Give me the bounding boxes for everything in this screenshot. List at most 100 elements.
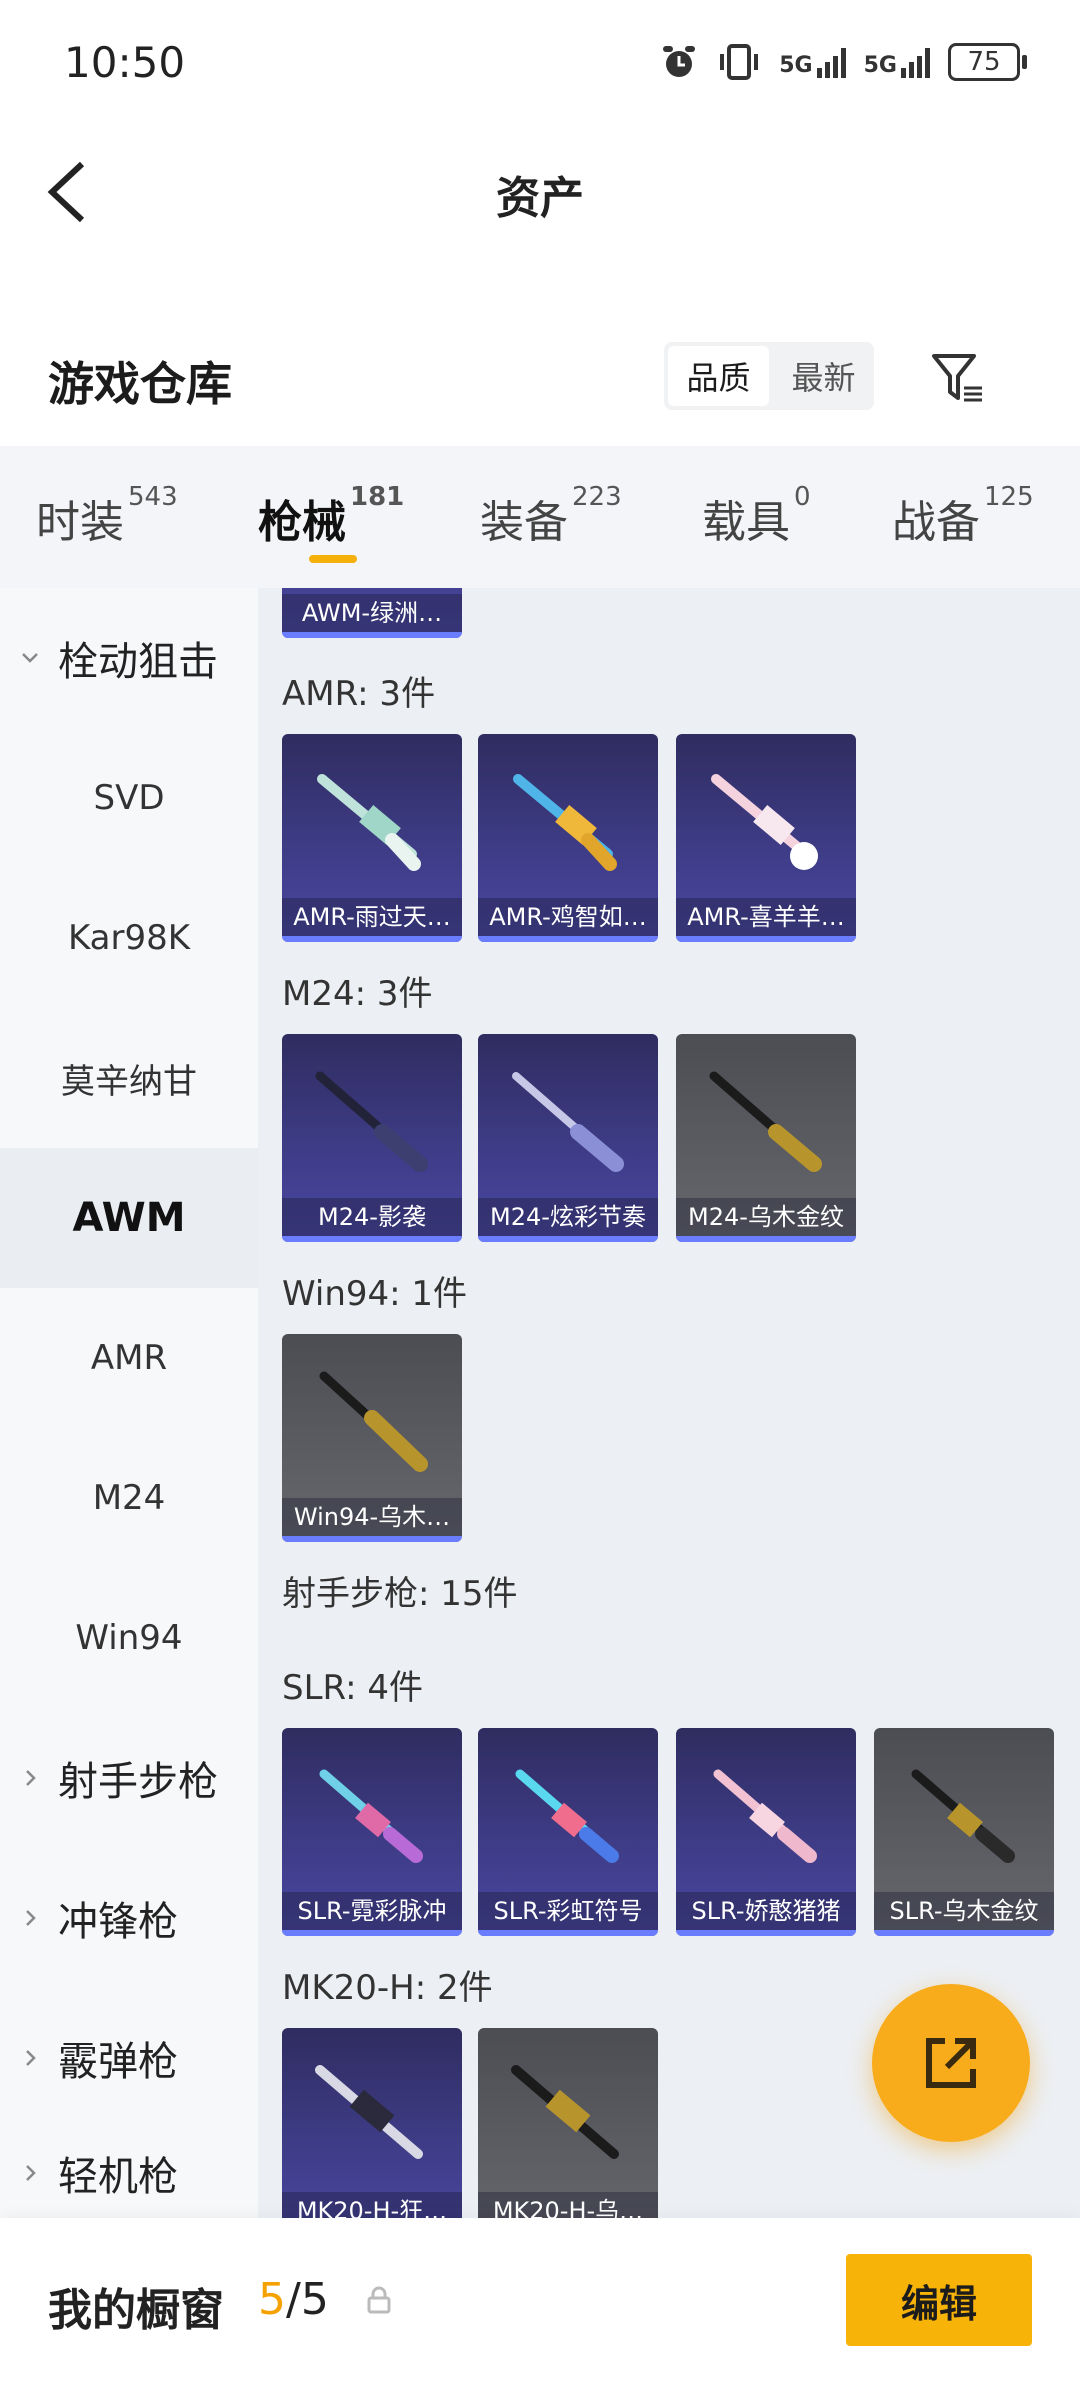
rifle-icon: [319, 1371, 428, 1472]
weapon-card[interactable]: AMR-鸡智如…: [478, 734, 658, 942]
tab-label: 战备: [892, 497, 980, 548]
sidebar-label: 轻机枪: [58, 2154, 178, 2200]
network-type-2: 5G: [863, 53, 897, 78]
rarity-bar: [282, 632, 462, 638]
page-title: 资产: [496, 173, 584, 224]
sort-quality-button[interactable]: 品质: [668, 346, 769, 406]
weapon-card[interactable]: MK20-H-狂…: [282, 2028, 462, 2218]
share-button[interactable]: [872, 1984, 1030, 2142]
rifle-icon: [315, 1071, 428, 1172]
tab-count: 125: [984, 482, 1034, 512]
weapon-card[interactable]: Win94-乌木…: [282, 1334, 462, 1542]
status-bar: 10:50 5G 5G 75: [0, 0, 1080, 120]
sidebar-label: 霰弹枪: [58, 2039, 178, 2085]
weapon-name: SLR-娇憨猪猪: [676, 1892, 856, 1930]
sidebar-label: 冲锋枪: [58, 1899, 178, 1945]
weapon-card[interactable]: SLR-乌木金纹: [874, 1728, 1054, 1936]
weapon-name: AMR-雨过天…: [282, 898, 462, 936]
rifle-icon: [515, 1769, 619, 1863]
sidebar-group-smg[interactable]: 冲锋枪: [0, 1848, 258, 1988]
weapon-name: SLR-霓彩脉冲: [282, 1892, 462, 1930]
weapon-card[interactable]: SLR-娇憨猪猪: [676, 1728, 856, 1936]
sort-latest-button[interactable]: 最新: [773, 342, 874, 410]
rifle-icon: [713, 1769, 817, 1863]
weapon-card[interactable]: AMR-喜羊羊…: [676, 734, 856, 942]
tab-count: 543: [128, 482, 178, 512]
tab-supplies[interactable]: 战备 125: [892, 482, 1034, 550]
tab-equipment[interactable]: 装备 223: [480, 482, 622, 550]
tab-count: 223: [572, 482, 622, 512]
tab-fashion[interactable]: 时装 543: [36, 482, 178, 550]
sidebar-group-bolt-action[interactable]: 栓动狙击: [0, 588, 258, 728]
group-label-m24: M24: 3件: [282, 974, 433, 1014]
rarity-bar: [874, 1930, 1054, 1936]
sidebar-group-lmg[interactable]: 轻机枪: [0, 2128, 258, 2218]
tab-label: 装备: [480, 497, 568, 548]
edit-button[interactable]: 编辑: [846, 2254, 1032, 2346]
weapon-name: AWM-绿洲…: [282, 594, 462, 632]
rifle-icon: [512, 1072, 624, 1172]
tab-label: 时装: [36, 497, 124, 548]
tab-guns[interactable]: 枪械 181: [258, 482, 404, 550]
weapon-card[interactable]: SLR-彩虹符号: [478, 1728, 658, 1936]
rarity-bar: [478, 1930, 658, 1936]
battery-icon: 75: [948, 43, 1027, 81]
sidebar: 栓动狙击 SVD Kar98K 莫辛纳甘 AWM AMR M24 Win94 射…: [0, 588, 258, 2218]
active-tab-indicator: [309, 555, 357, 563]
battery-level: 75: [967, 47, 1001, 77]
chevron-down-icon: [22, 653, 38, 663]
tab-vehicles[interactable]: 载具 0: [702, 482, 811, 550]
alarm-icon: [663, 46, 696, 77]
chevron-right-icon: [26, 1770, 36, 1786]
signal-icon: 5G: [779, 46, 846, 78]
weapon-card[interactable]: M24-炫彩节奏: [478, 1034, 658, 1242]
rifle-icon: [711, 774, 818, 870]
showcase-total: /5: [286, 2274, 329, 2325]
sidebar-label: 栓动狙击: [58, 639, 218, 685]
rifle-icon: [709, 1071, 822, 1172]
rarity-bar: [478, 1236, 658, 1242]
sidebar-group-shotgun[interactable]: 霰弹枪: [0, 1988, 258, 2128]
sidebar-item-win94[interactable]: Win94: [0, 1568, 258, 1708]
weapon-name: MK20-H-狂…: [282, 2192, 462, 2218]
weapon-card[interactable]: M24-影袭: [282, 1034, 462, 1242]
network-type: 5G: [779, 53, 813, 78]
sidebar-item-mosin[interactable]: 莫辛纳甘: [0, 1008, 258, 1148]
rifle-icon: [513, 774, 617, 871]
weapon-card[interactable]: M24-乌木金纹: [676, 1034, 856, 1242]
sidebar-item-m24[interactable]: M24: [0, 1428, 258, 1568]
sidebar-item-kar98k[interactable]: Kar98K: [0, 868, 258, 1008]
weapon-card[interactable]: MK20-H-乌…: [478, 2028, 658, 2218]
rarity-bar: [282, 936, 462, 942]
sidebar-item-awm[interactable]: AWM: [0, 1148, 258, 1288]
weapon-name: AMR-喜羊羊…: [676, 898, 856, 936]
weapon-card[interactable]: AWM-绿洲…: [282, 588, 462, 638]
group-label-mk20h: MK20-H: 2件: [282, 1968, 493, 2008]
showcase-label: 我的橱窗: [48, 2285, 224, 2336]
showcase-count: 5/5: [258, 2274, 329, 2325]
chevron-right-icon: [26, 2050, 36, 2066]
status-time: 10:50: [64, 38, 186, 87]
tab-label: 枪械: [258, 497, 346, 548]
group-label-amr: AMR: 3件: [282, 674, 436, 714]
rarity-bar: [676, 936, 856, 942]
rifle-icon: [511, 2065, 619, 2159]
weapon-card[interactable]: SLR-霓彩脉冲: [282, 1728, 462, 1936]
signal-icon-2: 5G: [864, 46, 930, 78]
weapon-name: M24-炫彩节奏: [478, 1198, 658, 1236]
rarity-bar: [282, 1536, 462, 1542]
rarity-bar: [676, 1236, 856, 1242]
chevron-right-icon: [26, 2165, 36, 2181]
tab-label: 载具: [702, 497, 790, 548]
sidebar-item-amr[interactable]: AMR: [0, 1288, 258, 1428]
sidebar-item-svd[interactable]: SVD: [0, 728, 258, 868]
weapon-card[interactable]: AMR-雨过天…: [282, 734, 462, 942]
tab-count: 181: [350, 482, 405, 512]
weapon-name: MK20-H-乌…: [478, 2192, 658, 2218]
showcase-current: 5: [258, 2274, 286, 2325]
weapon-name: M24-乌木金纹: [676, 1198, 856, 1236]
weapon-name: SLR-乌木金纹: [874, 1892, 1054, 1930]
sidebar-group-marksman[interactable]: 射手步枪: [0, 1708, 258, 1848]
filter-icon[interactable]: [928, 348, 988, 408]
vibrate-icon: [720, 44, 759, 80]
